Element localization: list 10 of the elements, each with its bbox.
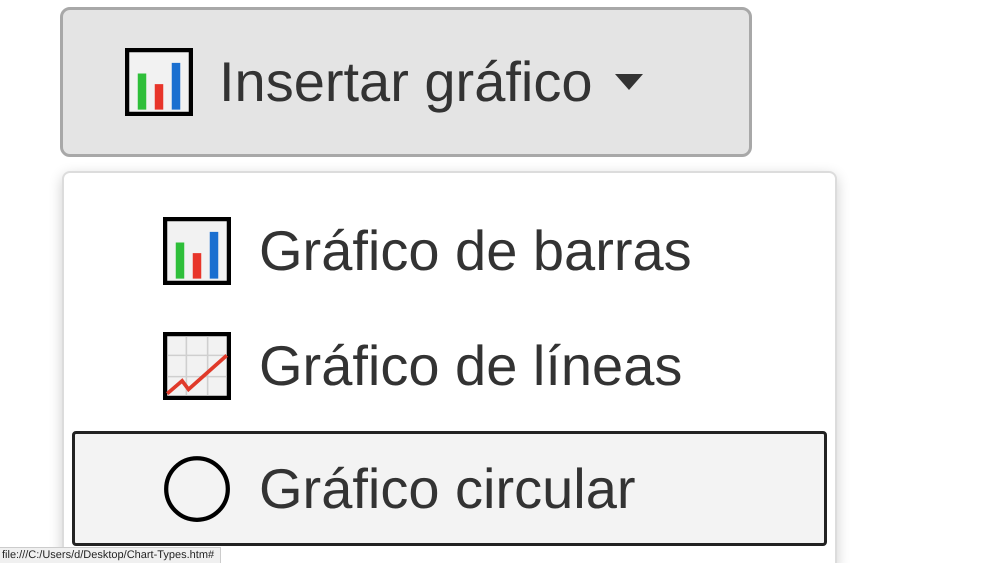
menu-item[interactable]: Gráfico de barras xyxy=(72,193,827,308)
line-chart-icon xyxy=(163,332,231,400)
caret-icon xyxy=(614,74,642,90)
bar-chart-icon xyxy=(163,216,231,284)
status-bar-url: file:///C:/Users/d/Desktop/Chart-Types.htm# xyxy=(0,547,222,563)
bar-chart-icon xyxy=(125,48,193,116)
insert-chart-button[interactable]: Insertar gráfico xyxy=(60,7,752,157)
menu-item[interactable]: Gráfico circular xyxy=(72,431,827,546)
menu-item[interactable]: Gráfico de líneas xyxy=(72,308,827,423)
circle-icon xyxy=(163,454,231,522)
